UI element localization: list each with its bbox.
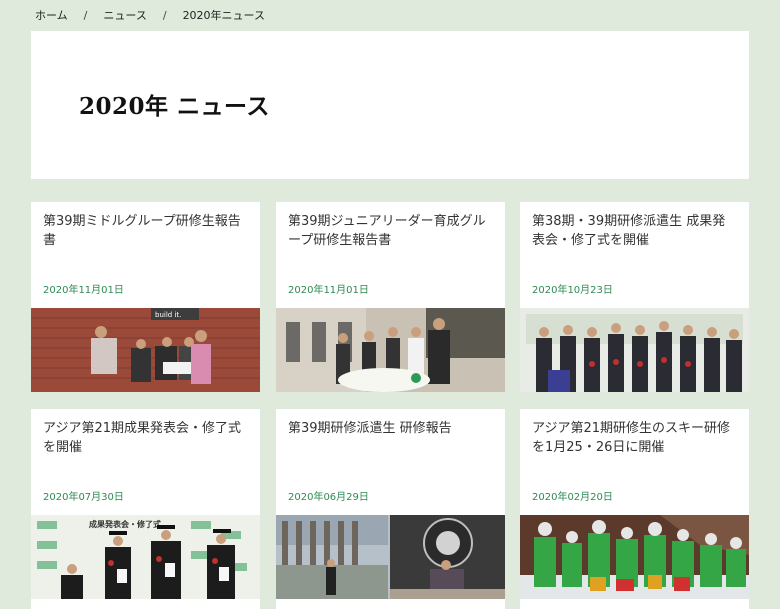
news-card-title[interactable]: 第38期・39期研修派遣生 成果発表会・修了式を開催 xyxy=(532,212,737,250)
image-banner-text: 成果発表会・修了式 xyxy=(89,519,161,529)
news-card-image[interactable] xyxy=(276,515,505,599)
news-card-image[interactable]: 成果発表会・修了式 xyxy=(31,515,260,599)
news-card-date: 2020年11月01日 xyxy=(43,285,124,296)
news-card-image[interactable] xyxy=(276,308,505,392)
news-card-date: 2020年02月20日 xyxy=(532,492,613,503)
breadcrumb-current: 2020年ニュース xyxy=(182,9,266,22)
image-sign-text: build it. xyxy=(155,311,181,319)
news-card-image[interactable] xyxy=(520,515,749,599)
news-card-date: 2020年06月29日 xyxy=(288,492,369,503)
news-card[interactable]: アジア第21期成果発表会・修了式を開催 2020年07月30日 成果発表会・修了… xyxy=(31,409,260,609)
news-card-image[interactable] xyxy=(520,308,749,392)
news-card-title[interactable]: 第39期ミドルグループ研修生報告書 xyxy=(43,212,248,250)
news-card[interactable]: 第38期・39期研修派遣生 成果発表会・修了式を開催 2020年10月23日 xyxy=(520,202,749,392)
news-card-date: 2020年07月30日 xyxy=(43,492,124,503)
news-card[interactable]: 第39期ミドルグループ研修生報告書 2020年11月01日 build it. xyxy=(31,202,260,392)
breadcrumb-separator: / xyxy=(162,8,167,22)
breadcrumb-separator: / xyxy=(83,8,88,22)
news-card-image[interactable]: build it. xyxy=(31,308,260,392)
breadcrumb-news-link[interactable]: ニュース xyxy=(103,7,146,23)
news-card[interactable]: 第39期ジュニアリーダー育成グループ研修生報告書 2020年11月01日 xyxy=(276,202,505,392)
news-card-date: 2020年10月23日 xyxy=(532,285,613,296)
page-header: 2020年 ニュース xyxy=(31,31,749,179)
news-card[interactable]: 第39期研修派遣生 研修報告 2020年06月29日 xyxy=(276,409,505,609)
news-card-title[interactable]: アジア第21期成果発表会・修了式を開催 xyxy=(43,419,248,457)
breadcrumb: ホーム / ニュース / 2020年ニュース xyxy=(35,7,266,23)
breadcrumb-home-link[interactable]: ホーム xyxy=(35,7,68,23)
news-card-title[interactable]: 第39期ジュニアリーダー育成グループ研修生報告書 xyxy=(288,212,493,250)
news-card-title[interactable]: 第39期研修派遣生 研修報告 xyxy=(288,419,493,438)
news-card-title[interactable]: アジア第21期研修生のスキー研修を1月25・26日に開催 xyxy=(532,419,737,457)
page-title: 2020年 ニュース xyxy=(79,93,270,120)
news-card[interactable]: アジア第21期研修生のスキー研修を1月25・26日に開催 2020年02月20日 xyxy=(520,409,749,609)
news-card-date: 2020年11月01日 xyxy=(288,285,369,296)
